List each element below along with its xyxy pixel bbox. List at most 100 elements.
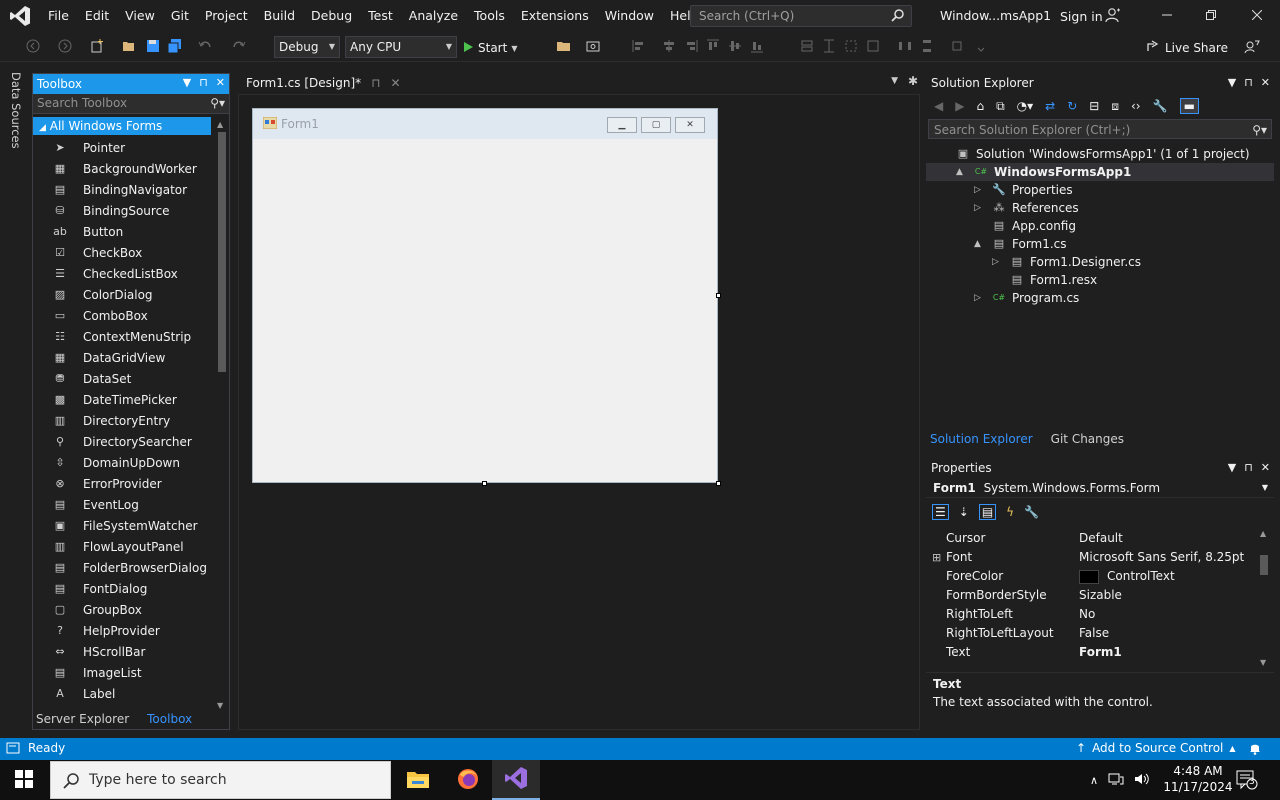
toolbox-item-label[interactable]: A Label: [33, 683, 213, 704]
align-rights-icon[interactable]: [684, 39, 698, 56]
expand-triangle-icon[interactable]: ▷: [974, 199, 981, 217]
toolbox-item-datagridview[interactable]: ▦ DataGridView: [33, 347, 213, 368]
open-in-explorer-icon[interactable]: [556, 39, 572, 56]
save-icon[interactable]: [146, 39, 160, 56]
user-account-icon[interactable]: [1105, 7, 1121, 26]
property-row-righttoleftlayout[interactable]: RightToLeftLayout False: [926, 624, 1256, 643]
designed-form-window[interactable]: Form1 ▁ ▢ ✕: [252, 108, 718, 483]
expand-triangle-icon[interactable]: ▷: [992, 253, 999, 271]
tree-node[interactable]: ▷ C# Program.cs: [926, 289, 1274, 307]
toolbar-overflow-icon[interactable]: [976, 39, 986, 56]
property-row-righttoleft[interactable]: RightToLeft No: [926, 605, 1256, 624]
navigate-back-icon[interactable]: [26, 39, 40, 56]
toolbox-item-fontdialog[interactable]: ▤ FontDialog: [33, 578, 213, 599]
close-panel-icon[interactable]: ✕: [1261, 73, 1270, 93]
tree-node[interactable]: ▲ C# WindowsFormsApp1: [926, 163, 1274, 181]
toolbox-item-folderbrowserdialog[interactable]: ▤ FolderBrowserDialog: [33, 557, 213, 578]
align-lefts-icon[interactable]: [632, 39, 646, 56]
property-value-cell[interactable]: Microsoft Sans Serif, 8.25pt: [1076, 548, 1256, 567]
tab-solution-explorer[interactable]: Solution Explorer: [926, 430, 1037, 448]
live-share-button[interactable]: Live Share: [1146, 39, 1228, 56]
undo-icon[interactable]: [198, 39, 212, 56]
solution-platform-dropdown[interactable]: Any CPU ▼: [345, 36, 457, 58]
toolbox-item-colordialog[interactable]: ▨ ColorDialog: [33, 284, 213, 305]
add-to-source-control-button[interactable]: ↑ Add to Source Control ▲: [1076, 741, 1236, 755]
tree-node[interactable]: ▤ Form1.resx: [926, 271, 1274, 289]
menu-view[interactable]: View: [117, 0, 163, 32]
align-tops-icon[interactable]: [706, 39, 720, 56]
menu-extensions[interactable]: Extensions: [513, 0, 597, 32]
toolbox-scroll-thumb[interactable]: [218, 132, 226, 372]
pin-icon[interactable]: ⊓: [1244, 73, 1253, 93]
scroll-up-icon[interactable]: ▲: [1260, 529, 1266, 538]
toolbox-item-datetimepicker[interactable]: ▩ DateTimePicker: [33, 389, 213, 410]
tree-node[interactable]: ▷ ⁂ References: [926, 199, 1274, 217]
feedback-icon[interactable]: [1244, 39, 1260, 58]
data-sources-tab[interactable]: Data Sources: [9, 72, 23, 149]
solution-explorer-search-input[interactable]: Search Solution Explorer (Ctrl+;) ⚲▾: [928, 119, 1272, 139]
taskbar-visual-studio[interactable]: [492, 760, 540, 800]
menu-analyze[interactable]: Analyze: [401, 0, 466, 32]
preview-selected-items-icon[interactable]: ▬: [1179, 98, 1199, 114]
categorized-icon[interactable]: ☰: [932, 504, 949, 520]
scroll-up-icon[interactable]: ▲: [217, 120, 223, 129]
expand-triangle-icon[interactable]: ▷: [974, 289, 981, 307]
toolbox-item-checkedlistbox[interactable]: ☰ CheckedListBox: [33, 263, 213, 284]
expand-plus-icon[interactable]: ⊞: [932, 548, 941, 567]
tree-node[interactable]: ▷ ▤ Form1.Designer.cs: [926, 253, 1274, 271]
sign-in-link[interactable]: Sign in: [1060, 9, 1103, 24]
pin-icon[interactable]: ⊓: [1244, 458, 1253, 478]
panel-menu-chevron-icon[interactable]: ▼: [1228, 73, 1236, 93]
tab-server-explorer[interactable]: Server Explorer: [32, 710, 133, 730]
property-row-forecolor[interactable]: ForeColor ControlText: [926, 567, 1256, 586]
toolbox-item-combobox[interactable]: ▭ ComboBox: [33, 305, 213, 326]
property-value-cell[interactable]: No: [1076, 605, 1256, 624]
close-panel-icon[interactable]: ✕: [1261, 458, 1270, 478]
form-minimize-button[interactable]: ▁: [607, 117, 637, 133]
back-icon[interactable]: ◀: [934, 99, 943, 113]
toolbox-item-errorprovider[interactable]: ⊗ ErrorProvider: [33, 473, 213, 494]
menu-git[interactable]: Git: [163, 0, 197, 32]
show-hidden-icons-chevron-icon[interactable]: ∧: [1090, 774, 1098, 787]
tree-node[interactable]: ▷ 🔧 Properties: [926, 181, 1274, 199]
volume-icon[interactable]: [1134, 772, 1150, 789]
form-maximize-button[interactable]: ▢: [641, 117, 671, 133]
property-value-cell[interactable]: Sizable: [1076, 586, 1256, 605]
menu-file[interactable]: File: [40, 0, 77, 32]
settings-gear-icon[interactable]: ✱: [908, 74, 918, 88]
scroll-down-icon[interactable]: ▼: [1260, 658, 1266, 667]
toolbox-item-backgroundworker[interactable]: ▦ BackgroundWorker: [33, 158, 213, 179]
property-value-cell[interactable]: Form1: [1076, 643, 1256, 662]
close-panel-icon[interactable]: ✕: [216, 76, 225, 89]
refresh-icon[interactable]: ↻: [1067, 99, 1077, 113]
align-centers-icon[interactable]: [662, 39, 676, 56]
toolbox-scrollbar[interactable]: ▲ ▼: [215, 120, 229, 710]
tab-list-chevron-icon[interactable]: ▼: [891, 76, 898, 86]
make-same-height-icon[interactable]: [822, 39, 836, 56]
notifications-bell-icon[interactable]: [1248, 741, 1262, 758]
property-value-cell[interactable]: Default: [1076, 529, 1256, 548]
action-center-notifications-icon[interactable]: 3: [1236, 770, 1258, 793]
redo-icon[interactable]: [232, 39, 246, 56]
view-code-icon[interactable]: ‹›: [1131, 99, 1141, 113]
resize-handle-bottom[interactable]: [482, 481, 487, 486]
vertical-spacing-icon[interactable]: [920, 39, 934, 56]
property-row-font[interactable]: ⊞ Font Microsoft Sans Serif, 8.25pt: [926, 548, 1256, 567]
property-value-cell[interactable]: ControlText: [1076, 567, 1256, 586]
menu-window[interactable]: Window: [597, 0, 662, 32]
properties-wrench-icon[interactable]: 🔧: [1153, 99, 1168, 113]
pending-changes-filter-icon[interactable]: ◔▾: [1017, 99, 1034, 113]
property-pages-wrench-icon[interactable]: 🔧: [1024, 505, 1039, 519]
properties-scroll-thumb[interactable]: [1260, 555, 1268, 575]
minimize-button[interactable]: [1144, 0, 1190, 32]
toolbox-item-hscrollbar[interactable]: ⇔ HScrollBar: [33, 641, 213, 662]
taskbar-firefox[interactable]: [444, 760, 492, 800]
toolbox-item-imagelist[interactable]: ▤ ImageList: [33, 662, 213, 683]
align-bottoms-icon[interactable]: [750, 39, 764, 56]
save-all-icon[interactable]: [167, 39, 182, 56]
toolbox-item-directorysearcher[interactable]: ⚲ DirectorySearcher: [33, 431, 213, 452]
windows-start-button[interactable]: [0, 760, 48, 800]
toolbox-item-directoryentry[interactable]: ▥ DirectoryEntry: [33, 410, 213, 431]
toolbox-item-checkbox[interactable]: ☑ CheckBox: [33, 242, 213, 263]
taskbar-clock[interactable]: 4:48 AM 11/17/2024: [1160, 763, 1236, 795]
